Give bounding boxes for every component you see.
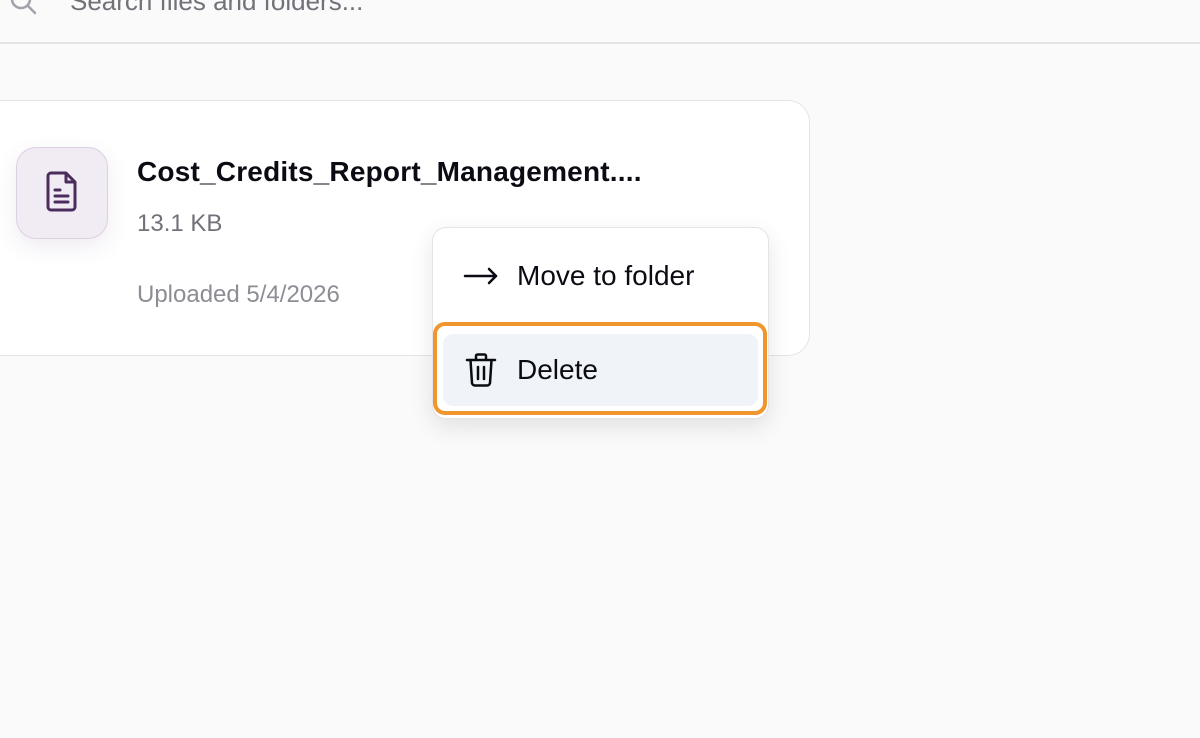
trash-icon	[461, 350, 501, 390]
file-name[interactable]: Cost_Credits_Report_Management....	[137, 156, 642, 188]
search-bar	[0, 0, 1200, 44]
search-input[interactable]	[70, 0, 870, 16]
context-menu: Move to folder Delete	[432, 227, 769, 419]
move-to-folder-label: Move to folder	[517, 260, 695, 291]
file-uploaded-date: Uploaded 5/4/2026	[137, 281, 340, 308]
document-icon	[42, 169, 82, 218]
search-icon	[8, 0, 38, 16]
move-to-folder-menu-item[interactable]: Move to folder	[443, 240, 758, 312]
file-size: 13.1 KB	[137, 210, 223, 237]
file-icon-box	[16, 147, 108, 239]
delete-menu-item[interactable]: Delete	[443, 334, 758, 406]
arrow-right-icon	[461, 256, 501, 296]
delete-label: Delete	[517, 354, 598, 385]
